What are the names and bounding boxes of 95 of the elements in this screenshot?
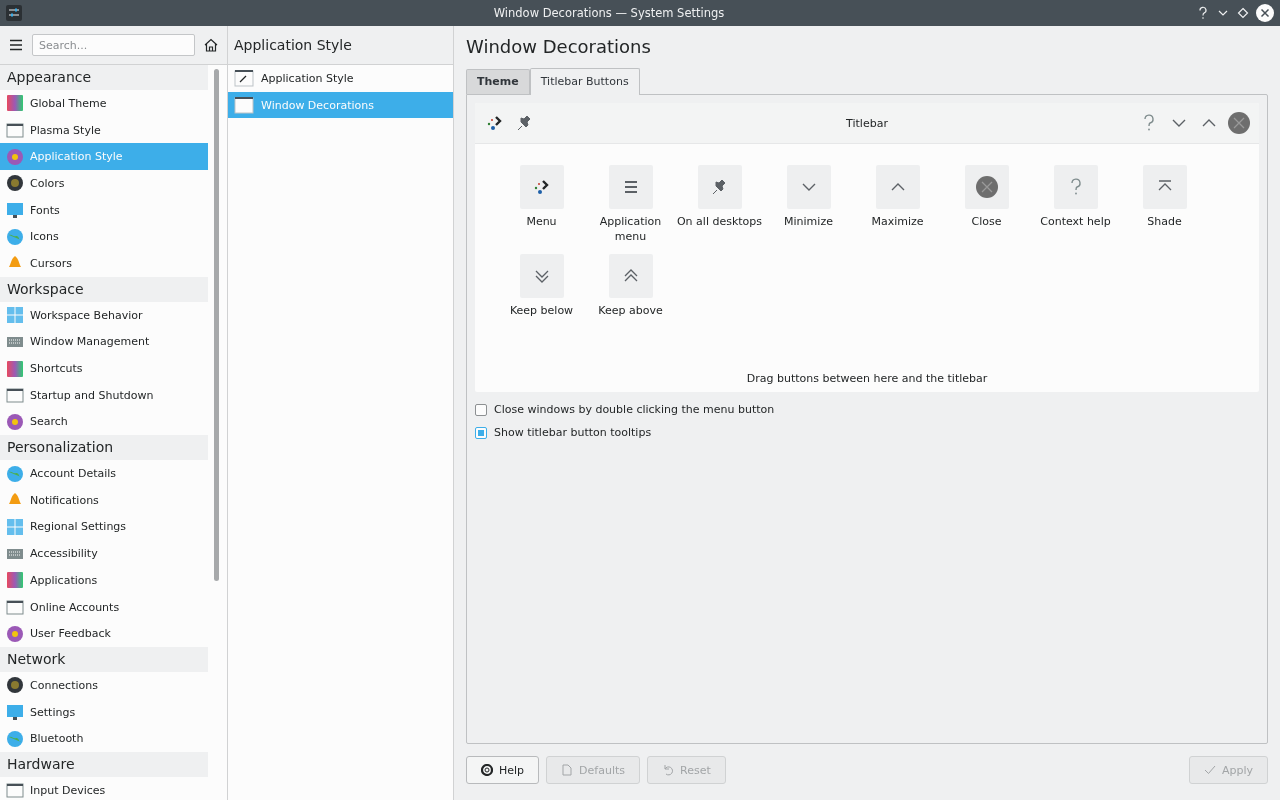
button-label: On all desktops	[676, 214, 763, 229]
sidebar-item[interactable]: Input Devices	[0, 777, 208, 800]
window-icon	[234, 95, 254, 116]
close-icon	[974, 175, 999, 199]
module-icon	[6, 464, 24, 483]
sidebar-item[interactable]: Connections	[0, 672, 208, 699]
sidebar-item[interactable]: Accessibility	[0, 540, 208, 567]
document-icon	[561, 764, 574, 776]
settings-app-icon[interactable]	[6, 5, 22, 21]
module-icon	[6, 386, 24, 405]
tab[interactable]: Theme	[466, 69, 530, 94]
sidebar-item[interactable]: Fonts	[0, 196, 208, 224]
menu-icon[interactable]	[8, 37, 24, 53]
titlebar-button-tile[interactable]	[875, 165, 920, 209]
button-label: Close	[971, 214, 1002, 229]
titlebar-preview[interactable]: Titlebar	[475, 103, 1259, 144]
undo-icon	[662, 764, 674, 776]
titlebar-button-tile[interactable]	[519, 254, 564, 298]
lifebuoy-icon	[481, 764, 493, 776]
sidebar-item[interactable]: Window Management	[0, 328, 208, 356]
module-icon	[6, 412, 24, 431]
scrollbar-thumb[interactable]	[214, 69, 219, 581]
close-icon	[1227, 111, 1251, 135]
category-header: Personalization	[0, 435, 208, 461]
sidebar-item[interactable]: Applications	[0, 567, 208, 594]
titlebar-button-tile[interactable]	[1053, 165, 1098, 209]
module-icon	[6, 306, 24, 325]
titlebar-button-tile[interactable]	[786, 165, 831, 209]
module-icon	[6, 598, 24, 617]
module-icon	[6, 676, 24, 695]
panel-title: Application Style	[228, 26, 453, 65]
button-label: Application menu	[598, 214, 663, 244]
module-icon	[6, 571, 24, 590]
sidebar-item[interactable]: Bluetooth	[0, 725, 208, 753]
sidebar-item[interactable]: Notifications	[0, 486, 208, 514]
drag-hint: Drag buttons between here and the titlebar	[746, 372, 988, 385]
sidebar-item[interactable]: Online Accounts	[0, 593, 208, 621]
titlebar-label: Titlebar	[846, 116, 888, 130]
titlebar-button-tile[interactable]	[1142, 165, 1187, 209]
module-icon	[6, 624, 24, 643]
button-label: Maximize	[871, 214, 924, 229]
module-icon	[6, 94, 24, 113]
category-header: Appearance	[0, 65, 208, 90]
window-icon	[234, 68, 254, 89]
close-icon[interactable]	[1256, 4, 1274, 22]
checkbox-label: Close windows by double clicking the menu button	[494, 403, 775, 416]
sidebar-item[interactable]: Global Theme	[0, 90, 208, 117]
titlebar-button-tile[interactable]	[519, 165, 564, 209]
tab[interactable]: Titlebar Buttons	[529, 68, 640, 95]
button-label: Context help	[1040, 214, 1111, 229]
sidebar-item[interactable]: Plasma Style	[0, 116, 208, 144]
sidebar-item[interactable]: Colors	[0, 170, 208, 197]
maximize-icon[interactable]	[1236, 6, 1250, 20]
sidebar-item[interactable]: User Feedback	[0, 620, 208, 648]
checkbox-label: Show titlebar button tooltips	[494, 426, 652, 439]
checkmark-icon	[1203, 764, 1216, 776]
sidebar-item[interactable]: Settings	[0, 698, 208, 726]
titlebar-button-tile[interactable]	[964, 165, 1009, 209]
window-title: Window Decorations — System Settings	[492, 6, 726, 20]
button-label: Keep above	[598, 303, 663, 318]
module-icon	[6, 359, 24, 378]
module-icon	[6, 227, 24, 246]
sidebar-item[interactable]: Workspace Behavior	[0, 301, 208, 329]
module-icon	[6, 729, 24, 748]
home-icon[interactable]	[203, 37, 219, 53]
titlebar-button-tile[interactable]	[608, 254, 653, 298]
sidebar-item[interactable]: Startup and Shutdown	[0, 381, 208, 409]
button-label: Keep below	[509, 303, 574, 318]
module-icon	[6, 174, 24, 193]
sidebar-item[interactable]: Icons	[0, 223, 208, 251]
button-label: Shade	[1147, 214, 1182, 229]
category-header: Hardware	[0, 752, 208, 778]
help-button[interactable]: Help	[466, 756, 540, 784]
module-icon	[6, 147, 24, 166]
checkbox[interactable]	[475, 403, 487, 416]
button-label: Menu	[526, 214, 557, 229]
sidebar-item[interactable]: Shortcuts	[0, 355, 208, 382]
sidebar-item[interactable]: Regional Settings	[0, 513, 208, 541]
module-icon	[6, 121, 24, 140]
module-icon	[6, 517, 24, 536]
help-icon[interactable]	[1196, 6, 1210, 20]
search-field[interactable]: Search...	[32, 34, 195, 56]
module-list-item[interactable]: Application Style	[228, 65, 453, 92]
page-title: Window Decorations	[466, 35, 652, 59]
sidebar-item[interactable]: Account Details	[0, 460, 208, 487]
sidebar-item[interactable]: Cursors	[0, 250, 208, 277]
titlebar-button-tile[interactable]	[608, 165, 653, 209]
button-label: Minimize	[784, 214, 833, 229]
module-icon	[6, 201, 24, 220]
module-icon	[6, 703, 24, 722]
sidebar-item[interactable]: Search	[0, 408, 208, 436]
titlebar-button-tile[interactable]	[697, 165, 742, 209]
category-header: Network	[0, 647, 208, 673]
checkbox[interactable]	[475, 426, 487, 439]
category-header: Workspace	[0, 276, 208, 302]
